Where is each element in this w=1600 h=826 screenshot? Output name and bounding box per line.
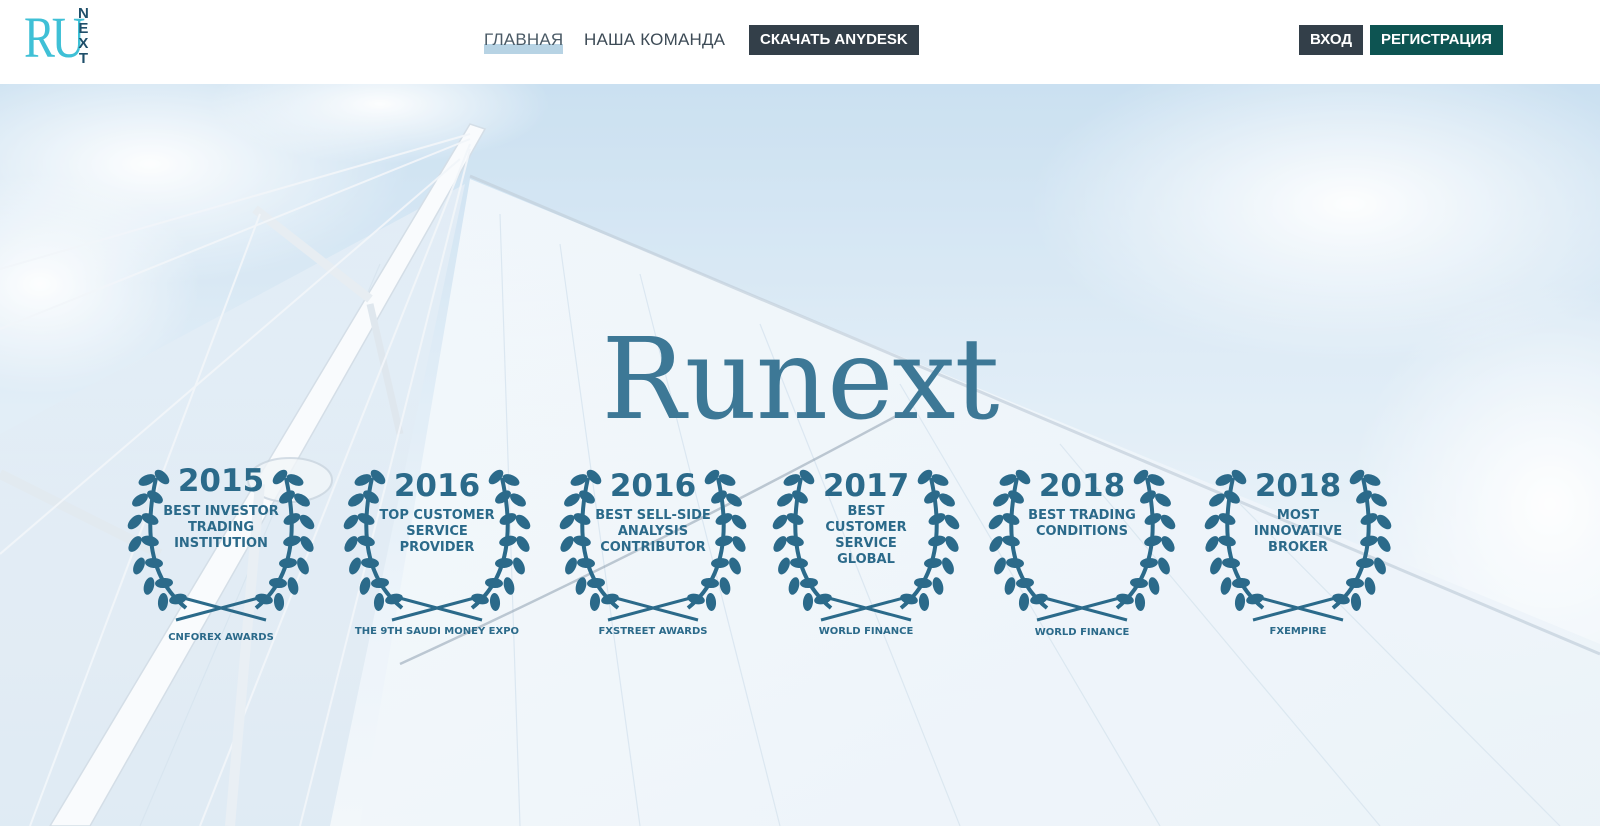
nav-item-home[interactable]: ГЛАВНАЯ <box>484 25 564 55</box>
award-year: 2016 <box>609 468 697 504</box>
award-year: 2017 <box>822 468 910 504</box>
award-badge: 2018 MOST INNOVATIVE BROKER FXEMPIRE <box>1193 458 1403 648</box>
award-title: TOP CUSTOMER SERVICE PROVIDER <box>379 508 495 555</box>
award-source: WORLD FINANCE <box>818 626 914 637</box>
register-button[interactable]: РЕГИСТРАЦИЯ <box>1370 25 1503 55</box>
award-badge: 2018 BEST TRADING CONDITIONS WORLD FINANCE <box>977 458 1187 648</box>
award-title: BEST CUSTOMER SERVICE GLOBAL <box>825 504 907 567</box>
award-source: CNFOREX AWARDS <box>168 632 274 643</box>
award-title: BEST INVESTOR TRADING INSTITUTION <box>163 504 279 551</box>
logo-ru-text: RU <box>24 5 85 70</box>
award-title: MOST INNOVATIVE BROKER <box>1253 508 1343 555</box>
award-badge: 2016 TOP CUSTOMER SERVICE PROVIDER THE 9TH… <box>332 458 542 648</box>
award-title: BEST TRADING CONDITIONS <box>1028 508 1136 539</box>
site-header: RU N E X T ГЛАВНАЯ НАША КОМАНДА СКАЧАТЬ … <box>0 0 1600 84</box>
award-year: 2018 <box>1038 468 1126 504</box>
award-source: THE 9TH SAUDI MONEY EXPO <box>354 626 520 637</box>
award-source: FXSTREET AWARDS <box>598 626 708 637</box>
award-title: BEST SELL-SIDE ANALYSIS CONTRIBUTOR <box>595 508 711 555</box>
award-badge: 2015 BEST INVESTOR TRADING INSTITUTION CNF… <box>116 458 326 648</box>
award-source: FXEMPIRE <box>1269 626 1327 637</box>
award-badge: 2016 BEST SELL-SIDE ANALYSIS CONTRIBUTOR F… <box>548 458 758 648</box>
hero-title: Runext <box>601 315 999 445</box>
nav-item-team[interactable]: НАША КОМАНДА <box>584 25 725 55</box>
award-year: 2015 <box>177 463 265 499</box>
runext-logo[interactable]: RU N E X T <box>22 6 96 74</box>
hero-section: Runext 2015 BEST INVESTOR TRADING INSTITU… <box>0 84 1600 826</box>
award-year: 2018 <box>1254 468 1342 504</box>
award-year: 2016 <box>393 468 481 504</box>
award-source: WORLD FINANCE <box>1034 627 1130 638</box>
download-anydesk-button[interactable]: СКАЧАТЬ ANYDESK <box>749 25 919 55</box>
login-button[interactable]: ВХОД <box>1299 25 1364 55</box>
logo-next-text: N E X T <box>78 5 89 67</box>
award-badge: 2017 BEST CUSTOMER SERVICE GLOBAL WORLD FI… <box>761 458 971 648</box>
sailboat-background-image <box>0 84 1600 826</box>
